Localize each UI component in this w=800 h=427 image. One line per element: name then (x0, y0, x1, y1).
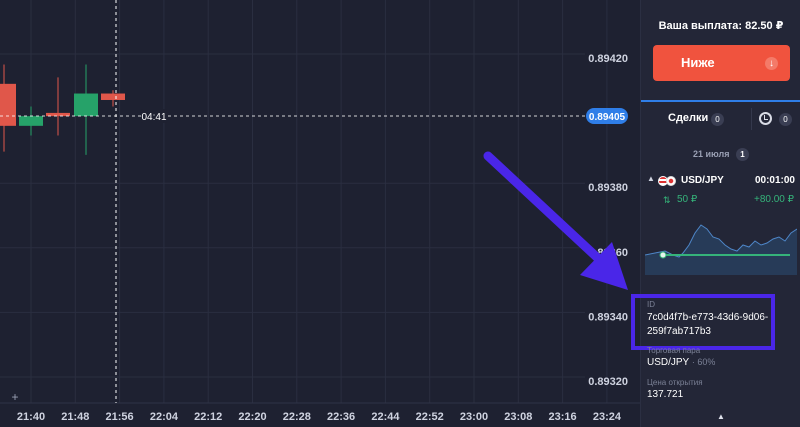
pair-value-row: USD/JPY · 60% (647, 357, 715, 368)
date-group: 21 июля 1 (641, 148, 800, 161)
trade-panel: Ваша выплата: 82.50 ₽ Ниже ↓ Сделки 0 0 … (631, 0, 800, 427)
lower-button-label: Ниже (681, 55, 715, 70)
x-tick-label: 22:44 (371, 411, 400, 423)
x-tick-label: 21:40 (17, 411, 45, 423)
scroll-up-icon[interactable]: ▲ (717, 412, 725, 421)
history-count-badge: 0 (779, 113, 792, 126)
id-highlight-box (631, 294, 775, 350)
x-tick-label: 21:48 (61, 411, 89, 423)
x-tick-label: 21:56 (106, 411, 134, 423)
candle-body (0, 83, 16, 126)
tab-divider (751, 108, 752, 130)
y-tick-label: 0.89340 (588, 311, 628, 323)
pair-value: USD/JPY (647, 357, 690, 368)
x-tick-label: 23:24 (593, 411, 622, 423)
open-price-value: 137.721 (647, 389, 684, 400)
y-tick-label: 0.89320 (588, 376, 628, 388)
lower-button[interactable]: Ниже ↓ (653, 45, 790, 81)
x-tick-label: 22:12 (194, 411, 222, 423)
tab-deals[interactable]: Сделки (668, 112, 708, 124)
annotation-arrow (483, 151, 628, 290)
x-tick-label: 22:36 (327, 411, 355, 423)
pair-percent: 60% (697, 357, 716, 367)
deal-direction-icon: ⇅ (663, 195, 671, 205)
x-tick-label: 22:20 (238, 411, 266, 423)
candle-body (19, 116, 43, 126)
x-tick-label: 22:52 (416, 411, 444, 423)
pair-label: Торговая пара (647, 346, 701, 355)
deals-count-badge: 0 (711, 113, 724, 126)
jpy-flag-icon (666, 176, 676, 186)
deals-tabs: Сделки 0 0 (641, 100, 800, 136)
add-indicator-button[interactable]: + (6, 388, 24, 406)
y-tick-label: 0.89420 (588, 53, 628, 65)
date-label: 21 июля (693, 148, 730, 159)
candle-body (101, 93, 125, 100)
deal-time: 00:01:00 (754, 175, 795, 186)
deal-profit: +80.00 ₽ (753, 194, 794, 205)
open-price-label: Цена открытия (647, 378, 703, 387)
deal-pair: USD/JPY (681, 175, 724, 186)
clock-icon[interactable] (759, 112, 772, 125)
x-tick-label: 23:08 (504, 411, 532, 423)
chevron-up-icon[interactable]: ▲ (647, 174, 655, 183)
x-tick-label: 22:04 (150, 411, 179, 423)
arrow-down-icon: ↓ (765, 57, 778, 70)
deal-amount: 50 ₽ (677, 194, 698, 205)
current-price-label: 0.89405 (589, 112, 626, 123)
date-count-badge: 1 (736, 148, 749, 161)
x-tick-label: 22:28 (283, 411, 311, 423)
x-tick-label: 23:00 (460, 411, 488, 423)
timer-label: 04:41 (141, 112, 166, 123)
x-tick-label: 23:16 (549, 411, 577, 423)
candle-body (74, 93, 98, 117)
deal-item[interactable]: ▲ USD/JPY 00:01:00 (641, 170, 800, 190)
payout-info: Ваша выплата: 82.50 ₽ (641, 0, 800, 42)
deal-mini-chart (645, 224, 797, 275)
